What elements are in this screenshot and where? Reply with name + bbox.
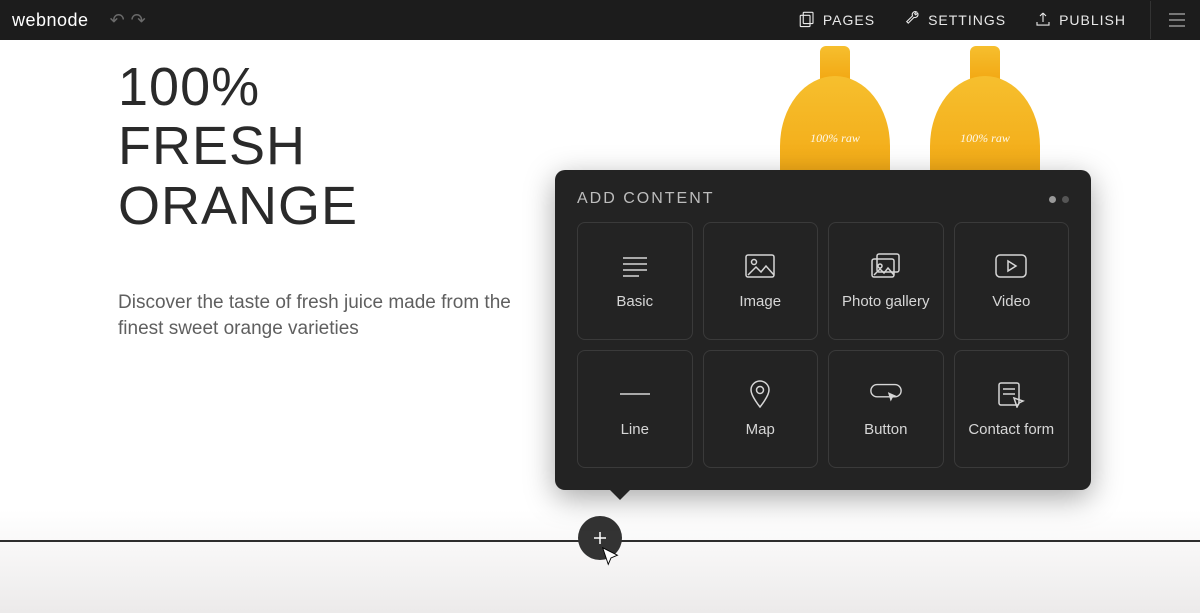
- gallery-icon: [869, 251, 903, 281]
- pages-button[interactable]: PAGES: [798, 10, 875, 31]
- video-icon: [994, 251, 1028, 281]
- add-content-popover: ADD CONTENT Basic Image: [555, 170, 1091, 490]
- settings-button[interactable]: SETTINGS: [903, 10, 1006, 31]
- tile-basic[interactable]: Basic: [577, 222, 693, 340]
- image-icon: [743, 251, 777, 281]
- tile-video[interactable]: Video: [954, 222, 1070, 340]
- hero-subtitle[interactable]: Discover the taste of fresh juice made f…: [118, 290, 538, 341]
- tile-label: Basic: [616, 293, 653, 310]
- tile-label: Line: [621, 421, 649, 438]
- map-pin-icon: [743, 379, 777, 409]
- tile-label: Image: [739, 293, 781, 310]
- popover-pagination[interactable]: [1049, 196, 1069, 203]
- tile-image[interactable]: Image: [703, 222, 819, 340]
- text-lines-icon: [618, 251, 652, 281]
- bottle-label: 100% raw: [770, 131, 900, 146]
- menu-button[interactable]: [1150, 1, 1188, 39]
- upload-icon: [1034, 10, 1052, 31]
- tile-label: Button: [864, 421, 907, 438]
- pages-label: PAGES: [823, 12, 875, 28]
- tile-contact-form[interactable]: Contact form: [954, 350, 1070, 468]
- publish-button[interactable]: PUBLISH: [1034, 10, 1126, 31]
- undo-button[interactable]: ↶: [110, 10, 125, 31]
- editor-canvas: 100% FRESH ORANGE Discover the taste of …: [0, 40, 1200, 613]
- tile-label: Contact form: [968, 421, 1054, 438]
- tile-label: Photo gallery: [842, 293, 930, 310]
- topbar: webnode ↶ ↷ PAGES SETTINGS PUBLISH: [0, 0, 1200, 40]
- settings-label: SETTINGS: [928, 12, 1006, 28]
- tile-map[interactable]: Map: [703, 350, 819, 468]
- wrench-icon: [903, 10, 921, 31]
- publish-label: PUBLISH: [1059, 12, 1126, 28]
- pages-icon: [798, 10, 816, 31]
- add-section-button[interactable]: [578, 516, 622, 560]
- tile-button[interactable]: Button: [828, 350, 944, 468]
- redo-button[interactable]: ↷: [131, 10, 146, 31]
- line-icon: [618, 379, 652, 409]
- logo: webnode: [12, 10, 89, 31]
- form-icon: [994, 379, 1028, 409]
- tile-photo-gallery[interactable]: Photo gallery: [828, 222, 944, 340]
- popover-title: ADD CONTENT: [577, 190, 715, 208]
- hero-title[interactable]: 100% FRESH ORANGE: [118, 58, 358, 236]
- tile-label: Map: [746, 421, 775, 438]
- button-icon: [869, 379, 903, 409]
- bottle-label: 100% raw: [920, 131, 1050, 146]
- tile-line[interactable]: Line: [577, 350, 693, 468]
- tile-label: Video: [992, 293, 1030, 310]
